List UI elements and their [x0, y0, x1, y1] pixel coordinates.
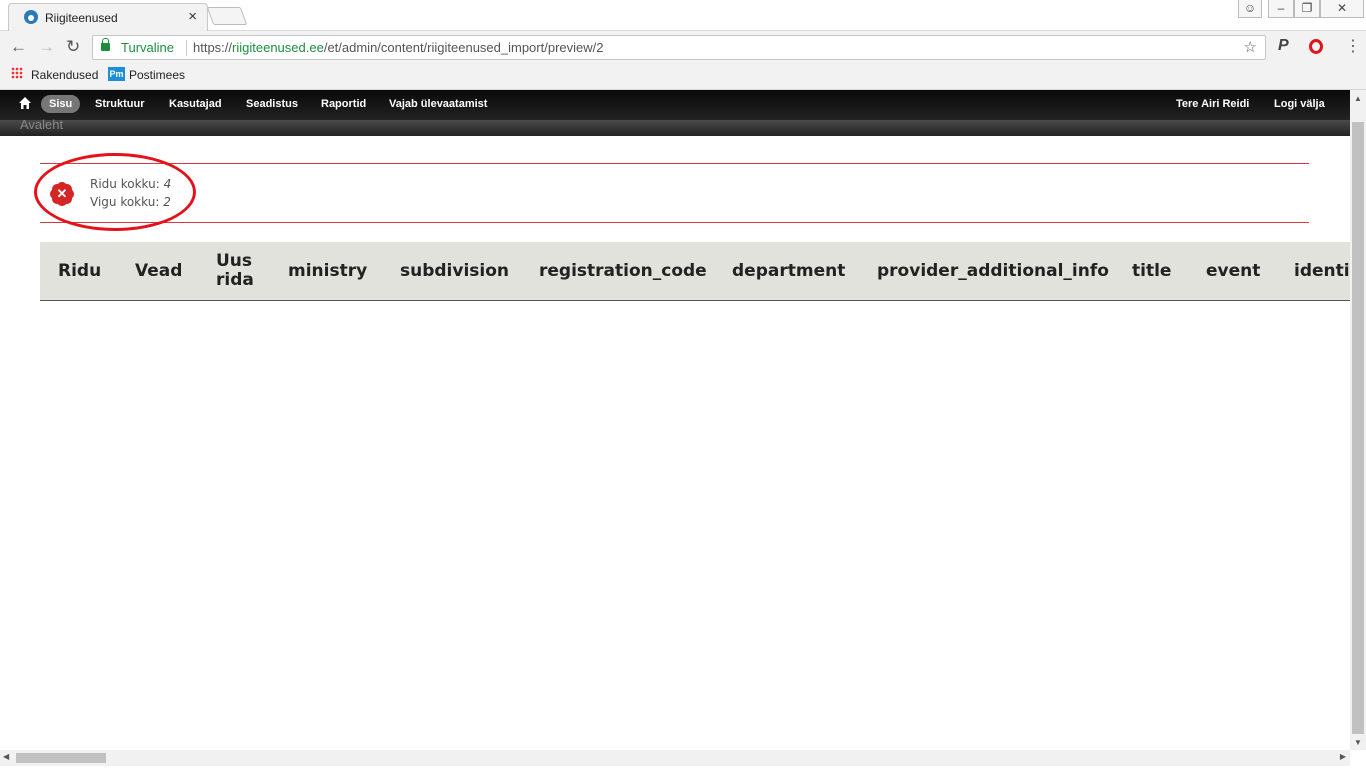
column-header-provider-additional-info[interactable]: provider_additional_info: [877, 261, 1109, 281]
column-header-uus-rida[interactable]: Uus rida: [216, 252, 256, 290]
shortcut-avaleht[interactable]: Avaleht: [20, 117, 63, 132]
drupal-icon: [24, 10, 38, 24]
horizontal-scroll-thumb[interactable]: [16, 753, 106, 763]
bookmark-apps[interactable]: Rakendused: [31, 68, 98, 82]
scroll-up-icon[interactable]: ▲: [1354, 94, 1362, 103]
column-header-title[interactable]: title: [1132, 261, 1171, 281]
column-header-department[interactable]: department: [732, 261, 845, 281]
url-host: riigiteenused.ee: [232, 40, 324, 55]
vertical-scrollbar[interactable]: ▲ ▼: [1350, 90, 1366, 750]
scroll-down-icon[interactable]: ▼: [1354, 738, 1362, 747]
new-tab-button[interactable]: [206, 7, 248, 25]
toolbar-item-vajab-ulevaatamist[interactable]: Vajab ülevaatamist: [389, 98, 487, 110]
url-path: /et/admin/content/riigiteenused_import/p…: [323, 40, 604, 55]
toolbar-item-seadistus[interactable]: Seadistus: [246, 98, 298, 110]
minimize-button[interactable]: –: [1268, 0, 1294, 18]
logout-link[interactable]: Logi välja: [1274, 98, 1325, 110]
column-header-subdivision[interactable]: subdivision: [400, 261, 509, 281]
vertical-scroll-thumb[interactable]: [1352, 122, 1364, 734]
back-icon[interactable]: ←: [10, 37, 27, 57]
bookmarks-bar: [0, 63, 1366, 90]
column-header-ministry[interactable]: ministry: [288, 261, 367, 281]
toolbar-item-sisu[interactable]: Sisu: [41, 95, 81, 113]
column-header-vead[interactable]: Vead: [135, 261, 182, 281]
restore-button[interactable]: ❐: [1294, 0, 1320, 18]
horizontal-scrollbar[interactable]: ◀ ▶: [0, 750, 1350, 766]
toolbar-item-raportid[interactable]: Raportid: [321, 98, 366, 110]
user-name-link[interactable]: Airi Reidi: [1201, 98, 1249, 110]
address-bar[interactable]: Turvaline https://riigiteenused.ee/et/ad…: [92, 35, 1266, 60]
bookmark-star-icon[interactable]: ☆: [1244, 38, 1257, 56]
column-header-event[interactable]: event: [1206, 261, 1260, 281]
tab-title: Riigiteenused: [45, 11, 118, 25]
bookmark-postimees[interactable]: Postimees: [129, 68, 185, 82]
scroll-left-icon[interactable]: ◀: [3, 752, 9, 761]
annotation-circle: [34, 153, 196, 231]
column-header-registration-code[interactable]: registration_code: [539, 261, 707, 281]
scroll-right-icon[interactable]: ▶: [1340, 752, 1346, 761]
shortcut-bar: Avaleht: [0, 117, 1350, 136]
toolbar-item-kasutajad[interactable]: Kasutajad: [169, 98, 222, 110]
lock-icon: [101, 38, 110, 51]
browser-menu-icon[interactable]: ⋮: [1345, 36, 1361, 56]
opera-extension-icon[interactable]: [1309, 39, 1323, 54]
column-header-ridu[interactable]: Ridu: [58, 261, 101, 281]
browser-tab[interactable]: Riigiteenused ×: [8, 3, 208, 31]
address-bar-row: ← → ↻ Turvaline https://riigiteenused.ee…: [0, 31, 1366, 63]
reload-icon[interactable]: ↻: [66, 37, 80, 57]
url-scheme: https://: [193, 40, 233, 55]
tab-strip: Riigiteenused × ☺ – ❐ ✕: [0, 0, 1366, 31]
home-icon[interactable]: [18, 96, 32, 110]
close-window-button[interactable]: ✕: [1320, 0, 1364, 18]
apps-grid-icon: [11, 67, 23, 79]
postimees-icon: Pm: [108, 67, 125, 81]
profile-button[interactable]: ☺: [1238, 0, 1262, 18]
error-message-box: ✕ Ridu kokku: 4 Vigu kokku: 2: [40, 163, 1309, 223]
toolbar-item-struktuur[interactable]: Struktuur: [95, 98, 145, 110]
greeting-text: Tere: [1176, 98, 1199, 110]
forward-icon[interactable]: →: [38, 37, 55, 57]
user-greeting: Tere Airi Reidi: [1176, 98, 1249, 110]
column-header-identifier[interactable]: identi: [1294, 261, 1350, 281]
close-icon[interactable]: ×: [188, 8, 197, 25]
table-header: Ridu Vead Uus rida ministry subdivision …: [40, 242, 1350, 301]
divider: [186, 40, 187, 56]
secure-label: Turvaline: [121, 40, 174, 55]
paypal-extension-icon[interactable]: P: [1278, 37, 1289, 55]
admin-toolbar: Sisu Struktuur Kasutajad Seadistus Rapor…: [0, 90, 1350, 120]
url-text[interactable]: https://riigiteenused.ee/et/admin/conten…: [193, 40, 603, 55]
